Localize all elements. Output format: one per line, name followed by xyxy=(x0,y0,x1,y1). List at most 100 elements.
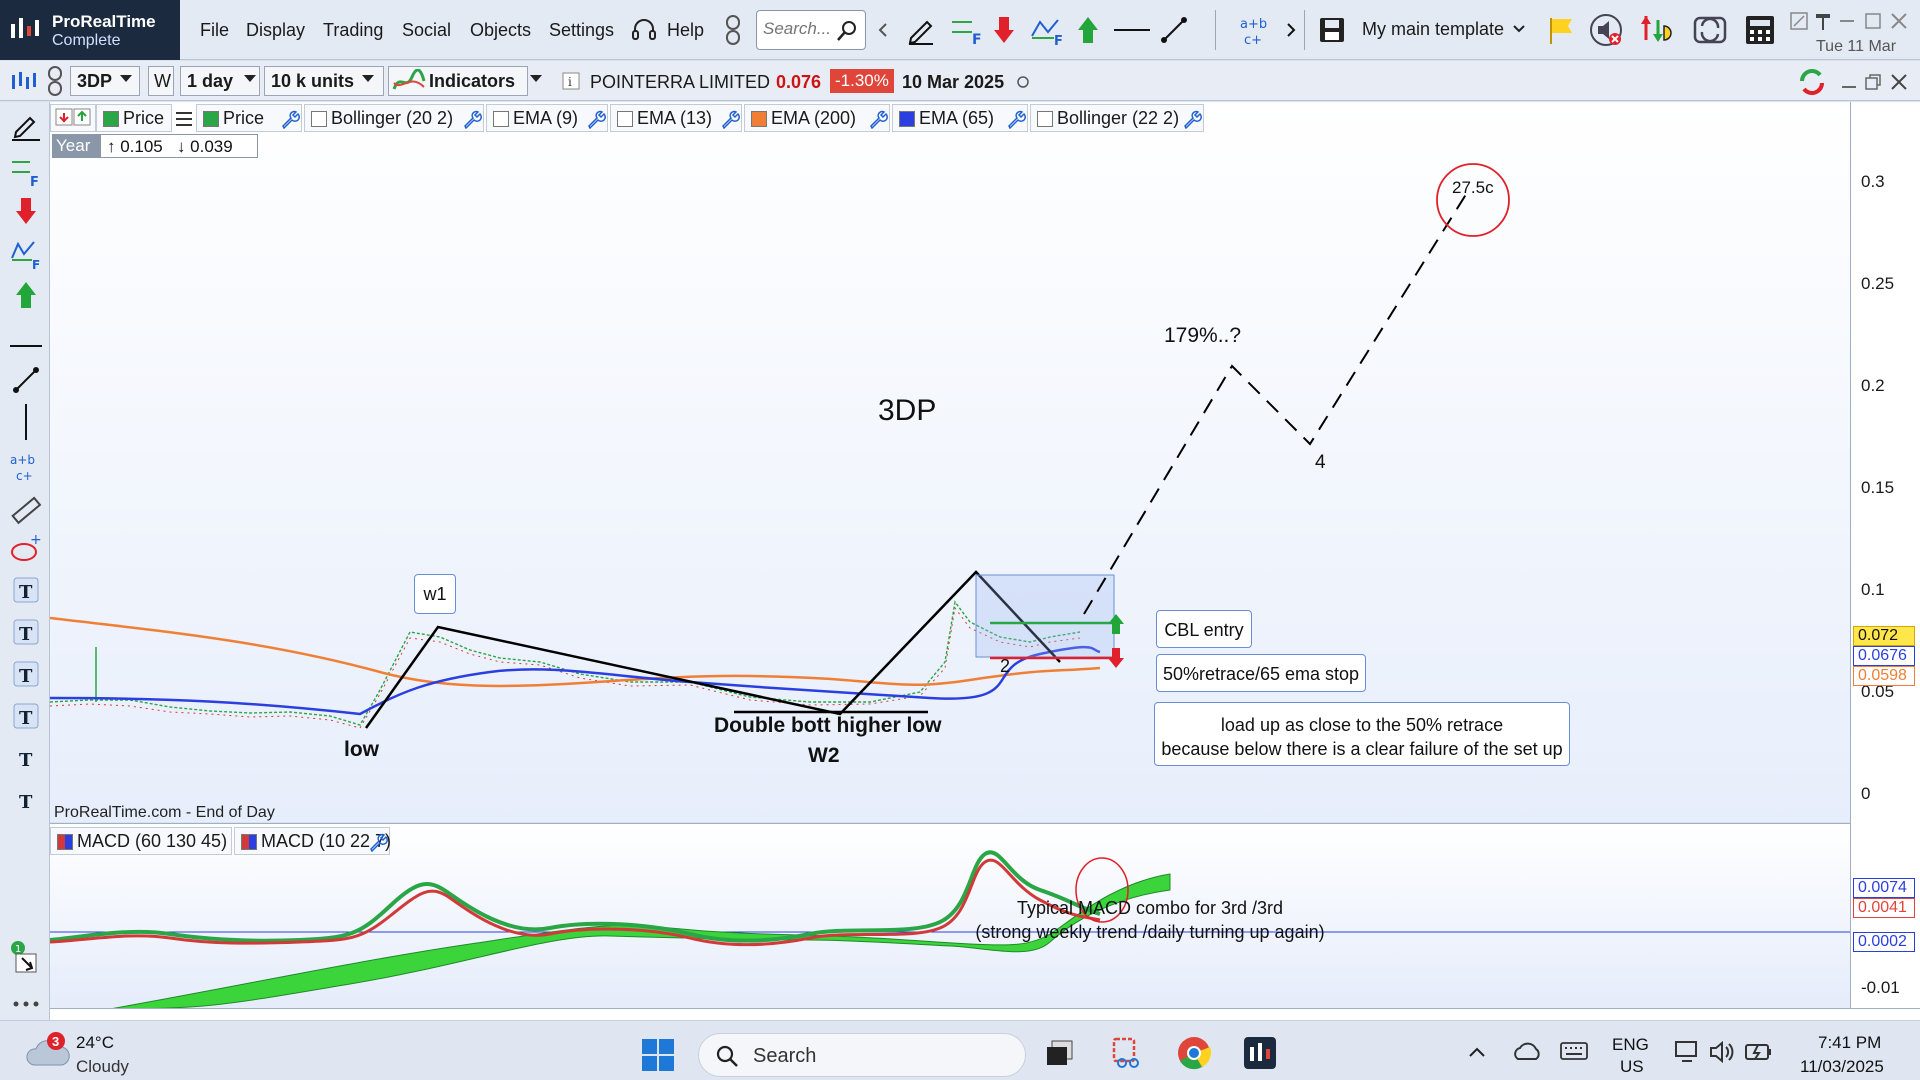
w1-label-box[interactable]: w1 xyxy=(414,574,456,614)
refresh-icon[interactable] xyxy=(1692,12,1728,48)
more-tools-icon[interactable] xyxy=(10,998,42,1010)
w2-label[interactable]: W2 xyxy=(808,744,840,768)
flag-icon[interactable] xyxy=(1546,14,1574,46)
low-label[interactable]: low xyxy=(344,738,379,762)
clock-time[interactable]: 7:41 PM xyxy=(1818,1033,1881,1053)
wrench-icon[interactable] xyxy=(1006,109,1026,129)
segment-icon[interactable] xyxy=(10,364,42,396)
text-tool-icon[interactable]: T xyxy=(10,574,42,606)
panel-minimize-icon[interactable] xyxy=(1838,71,1860,93)
battery-icon[interactable] xyxy=(1744,1039,1774,1065)
sound-off-icon[interactable] xyxy=(1588,12,1624,48)
price-chart-panel[interactable]: 27.5c 179%..? 4 3DP 2 w1 low Double bott… xyxy=(50,102,1850,822)
info-icon[interactable]: i xyxy=(562,72,580,90)
vertical-line-icon[interactable] xyxy=(10,402,42,442)
text-tool-icon[interactable]: T xyxy=(10,700,42,732)
chart-style-icon[interactable] xyxy=(10,69,38,93)
maximize-icon[interactable] xyxy=(1862,10,1884,32)
text-tool-icon[interactable]: T xyxy=(10,784,42,816)
double-bottom-label[interactable]: Double bott higher low xyxy=(714,714,941,738)
stop-box[interactable]: 50%retrace/65 ema stop xyxy=(1156,654,1366,692)
horizontal-line-f-icon[interactable]: F xyxy=(950,14,984,46)
headset-icon[interactable] xyxy=(630,16,658,44)
weather-cloud-icon[interactable] xyxy=(24,1031,72,1073)
volume-icon[interactable] xyxy=(1708,1039,1736,1065)
price-chart-canvas[interactable] xyxy=(50,102,1850,822)
display-icon[interactable] xyxy=(1674,1039,1702,1065)
cbl-entry-box[interactable]: CBL entry xyxy=(1156,610,1252,648)
wrench-icon[interactable] xyxy=(280,109,300,129)
wave-4-label[interactable]: 4 xyxy=(1315,452,1326,474)
menu-social[interactable]: Social xyxy=(402,20,451,41)
price-axis[interactable]: 0.3 0.25 0.2 0.15 0.1 0.05 0 0.072 0.067… xyxy=(1850,102,1920,1008)
segment-icon[interactable] xyxy=(1160,14,1188,46)
text-tool-icon[interactable]: T xyxy=(10,658,42,690)
menu-settings[interactable]: Settings xyxy=(549,20,614,41)
chevron-down-icon[interactable] xyxy=(362,75,374,82)
list-icon[interactable] xyxy=(174,110,194,128)
wrench-icon[interactable] xyxy=(720,109,740,129)
menu-display[interactable]: Display xyxy=(246,20,305,41)
cloud-sync-icon[interactable] xyxy=(1512,1039,1542,1063)
sync-icon[interactable] xyxy=(1796,67,1828,97)
buy-arrow-icon[interactable] xyxy=(10,280,42,312)
panel-close-icon[interactable] xyxy=(1888,71,1910,93)
horizontal-line-f-icon[interactable]: F xyxy=(10,156,42,188)
keyboard-icon[interactable] xyxy=(1560,1041,1588,1061)
ruler-icon[interactable] xyxy=(10,494,42,526)
pin-icon[interactable] xyxy=(1812,10,1834,32)
object-list-icon[interactable]: 1 xyxy=(10,940,42,980)
trend-line-f-icon[interactable]: F xyxy=(1030,14,1066,46)
language-top[interactable]: ENG xyxy=(1612,1035,1649,1055)
wave-2-label[interactable]: 2 xyxy=(1000,656,1010,677)
legend-bollinger-20[interactable]: Bollinger (20 2) xyxy=(304,104,484,132)
chevron-down-icon[interactable] xyxy=(120,75,132,82)
wrench-icon[interactable] xyxy=(586,109,606,129)
window-mode-icon[interactable] xyxy=(1788,10,1810,32)
target-label[interactable]: 27.5c xyxy=(1452,178,1494,198)
horizontal-line-icon[interactable] xyxy=(10,330,42,362)
wrench-icon[interactable] xyxy=(462,109,482,129)
menu-objects[interactable]: Objects xyxy=(470,20,531,41)
legend-macd-60[interactable]: MACD (60 130 45) xyxy=(50,827,232,855)
snipping-tool-icon[interactable] xyxy=(1108,1035,1144,1071)
template-selector[interactable]: My main template xyxy=(1362,19,1504,40)
weather-temp[interactable]: 24°C xyxy=(76,1033,114,1053)
projection-label[interactable]: 179%..? xyxy=(1164,324,1241,348)
macd-note[interactable]: Typical MACD combo for 3rd /3rd (strong … xyxy=(950,896,1350,944)
weekly-toggle[interactable]: W xyxy=(148,66,174,96)
text-tool-icon[interactable]: T xyxy=(10,616,42,648)
fibonacci-abc-icon[interactable]: a+b c+ xyxy=(10,448,42,488)
taskbar-search[interactable]: Search xyxy=(698,1033,1026,1077)
ellipse-icon[interactable]: + xyxy=(10,532,42,568)
menu-trading[interactable]: Trading xyxy=(323,20,383,41)
pencil-icon[interactable] xyxy=(10,110,42,142)
text-tool-icon[interactable]: T xyxy=(10,742,42,774)
wrench-icon[interactable] xyxy=(368,832,388,852)
alerts-icon[interactable] xyxy=(1638,12,1678,48)
buy-arrow-icon[interactable] xyxy=(1076,14,1100,46)
sell-arrow-icon[interactable] xyxy=(992,14,1016,46)
prorealtime-taskbar-icon[interactable] xyxy=(1242,1035,1278,1071)
menu-file[interactable]: File xyxy=(200,20,229,41)
weather-desc[interactable]: Cloudy xyxy=(76,1057,129,1077)
close-icon[interactable] xyxy=(1888,10,1910,32)
price-order-buttons[interactable] xyxy=(50,104,96,132)
search-input[interactable] xyxy=(763,19,839,39)
scroll-left-icon[interactable] xyxy=(878,22,888,38)
clock-date[interactable]: 11/03/2025 xyxy=(1800,1057,1884,1077)
chevron-down-icon[interactable] xyxy=(1512,24,1526,34)
chevron-down-icon[interactable] xyxy=(530,75,542,82)
link-chart-icon[interactable] xyxy=(46,65,64,97)
pencil-icon[interactable] xyxy=(905,14,937,46)
chart-symbol-title[interactable]: 3DP xyxy=(878,394,936,428)
windows-start-icon[interactable] xyxy=(640,1037,676,1073)
wrench-icon[interactable] xyxy=(1182,109,1202,129)
legend-macd-10[interactable]: MACD (10 22 7) xyxy=(234,827,391,855)
fibonacci-abc-icon[interactable]: a+b c+ xyxy=(1238,10,1274,50)
sell-arrow-icon[interactable] xyxy=(10,196,42,228)
menu-help[interactable]: Help xyxy=(667,20,704,41)
link-icon[interactable] xyxy=(722,14,744,46)
panel-restore-icon[interactable] xyxy=(1862,71,1884,93)
calculator-icon[interactable] xyxy=(1742,12,1778,48)
